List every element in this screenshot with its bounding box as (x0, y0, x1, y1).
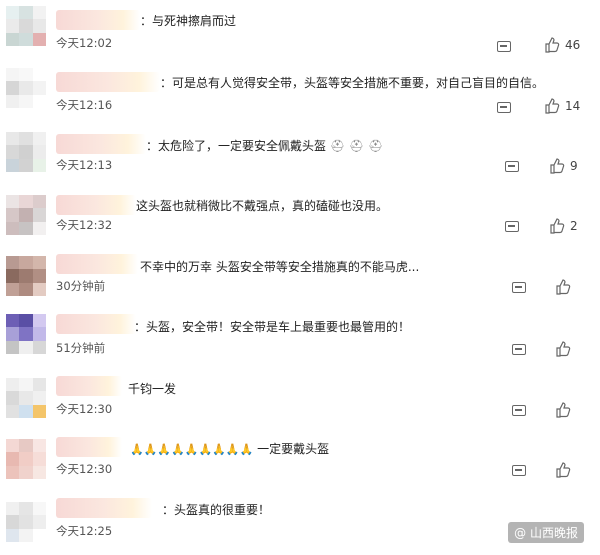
comment-text: ：头盔真的很重要！ (162, 503, 271, 517)
comment-reply-icon[interactable] (505, 221, 519, 232)
thumbs-up-icon (556, 402, 571, 418)
comment-item: ：与死神擦肩而过 今天12:02 46 (0, 4, 600, 60)
comment-time: 今天12:32 (56, 218, 113, 232)
comment-time: 今天12:16 (56, 98, 113, 112)
avatar[interactable] (6, 378, 46, 418)
comment-item: ：太危险了，一定要安全佩戴头盔 ⛑ ⛑ ⛑ 今天12:13 9 (0, 130, 600, 186)
comment-text: 千钧一发 (128, 382, 177, 396)
username-blurred[interactable] (56, 72, 160, 92)
like-count: 14 (565, 99, 581, 113)
thumbs-up-icon (556, 462, 571, 478)
comment-item: 千钧一发 今天12:30 (0, 376, 600, 432)
comment-reply-icon[interactable] (512, 282, 526, 293)
comment-item: ：头盔，安全带！安全带是车上最重要也最管用的！ 51分钟前 (0, 312, 600, 368)
comment-text: 🙏🙏🙏🙏🙏🙏🙏🙏🙏 一定要戴头盔 (130, 442, 330, 456)
watermark: @ 山西晚报 (508, 522, 584, 543)
thumbs-up-icon (545, 37, 560, 53)
avatar[interactable] (6, 502, 46, 542)
comment-item: 这头盔也就稍微比不戴强点，真的磕碰也没用。 今天12:32 2 (0, 193, 600, 249)
like-button[interactable]: 14 (544, 98, 580, 114)
comment-text: 不幸中的万幸 头盔安全带等安全措施真的不能马虎... (140, 260, 420, 274)
comment-time: 今天12:30 (56, 402, 113, 416)
comment-text: ：太危险了，一定要安全佩戴头盔 ⛑ ⛑ ⛑ (146, 139, 384, 153)
avatar[interactable] (6, 439, 46, 479)
thumbs-up-icon (545, 98, 560, 114)
like-button[interactable] (555, 462, 576, 478)
avatar[interactable] (6, 256, 46, 296)
comment-time: 今天12:25 (56, 524, 113, 538)
username-blurred[interactable] (56, 254, 138, 274)
thumbs-up-icon (550, 218, 565, 234)
like-button[interactable]: 2 (549, 218, 578, 234)
username-blurred[interactable] (56, 437, 122, 457)
like-button[interactable] (555, 341, 576, 357)
thumbs-up-icon (556, 341, 571, 357)
like-count: 2 (570, 219, 578, 233)
comment-reply-icon[interactable] (497, 102, 511, 113)
like-button[interactable]: 9 (549, 158, 578, 174)
comment-reply-icon[interactable] (512, 465, 526, 476)
like-button[interactable] (555, 279, 576, 295)
comment-item: 不幸中的万幸 头盔安全带等安全措施真的不能马虎... 30分钟前 (0, 252, 600, 308)
like-count: 9 (570, 159, 578, 173)
comment-time: 51分钟前 (56, 341, 106, 355)
comment-time: 今天12:30 (56, 462, 113, 476)
avatar[interactable] (6, 6, 46, 46)
avatar[interactable] (6, 195, 46, 235)
comment-reply-icon[interactable] (505, 161, 519, 172)
comment-reply-icon[interactable] (512, 344, 526, 355)
username-blurred[interactable] (56, 376, 122, 396)
thumbs-up-icon (550, 158, 565, 174)
comment-reply-icon[interactable] (497, 41, 511, 52)
comment-item: 🙏🙏🙏🙏🙏🙏🙏🙏🙏 一定要戴头盔 今天12:30 (0, 437, 600, 493)
avatar[interactable] (6, 314, 46, 354)
comment-time: 30分钟前 (56, 279, 106, 293)
folded-hands-emoji: 🙏🙏🙏🙏🙏🙏🙏🙏🙏 (130, 443, 254, 456)
username-blurred[interactable] (56, 10, 140, 30)
username-blurred[interactable] (56, 134, 146, 154)
comment-time: 今天12:02 (56, 36, 113, 50)
avatar[interactable] (6, 68, 46, 108)
comment-reply-icon[interactable] (512, 405, 526, 416)
comment-text: ：可是总有人觉得安全带，头盔等安全措施不重要，对自己盲目的自信。 (160, 76, 545, 90)
username-blurred[interactable] (56, 498, 152, 518)
comment-text: 这头盔也就稍微比不戴强点，真的磕碰也没用。 (136, 199, 389, 213)
avatar[interactable] (6, 132, 46, 172)
comment-time: 今天12:13 (56, 158, 113, 172)
username-blurred[interactable] (56, 314, 136, 334)
like-button[interactable]: 46 (544, 37, 580, 53)
username-blurred[interactable] (56, 195, 136, 215)
like-count: 46 (565, 38, 581, 52)
comment-text: ：与死神擦肩而过 (140, 14, 237, 28)
helmet-emoji: ⛑ ⛑ ⛑ (329, 139, 384, 153)
comment-text: ：头盔，安全带！安全带是车上最重要也最管用的！ (134, 320, 411, 334)
like-button[interactable] (555, 402, 576, 418)
thumbs-up-icon (556, 279, 571, 295)
comment-item: ：可是总有人觉得安全带，头盔等安全措施不重要，对自己盲目的自信。 今天12:16… (0, 66, 600, 122)
